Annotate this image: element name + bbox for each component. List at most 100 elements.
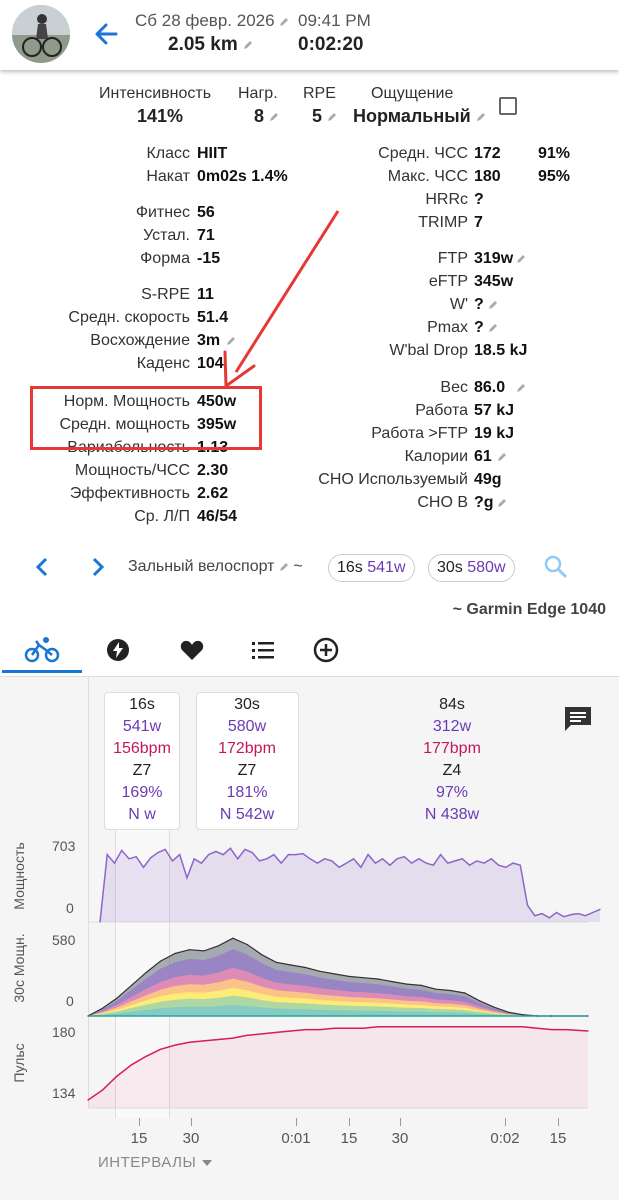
x-tick-label: 30	[391, 1130, 409, 1147]
power-point	[309, 858, 311, 860]
power30-point	[391, 980, 393, 983]
power-point	[512, 862, 514, 864]
hr-point	[507, 1026, 509, 1028]
power30-point	[435, 988, 437, 990]
charts-svg[interactable]	[0, 0, 619, 1200]
power-point	[555, 911, 558, 914]
power-point	[396, 858, 398, 860]
power-point	[490, 858, 492, 860]
x-tick-mark	[191, 1118, 192, 1126]
power-point	[186, 877, 188, 879]
power-point	[200, 862, 203, 864]
power-point	[150, 857, 152, 859]
hr-point	[261, 1033, 263, 1035]
power30-point	[536, 1015, 538, 1017]
power30-point	[319, 970, 321, 972]
power30-ymax: 580	[52, 932, 76, 948]
power-point	[287, 854, 290, 856]
power-point	[222, 854, 224, 856]
power-point	[237, 858, 239, 860]
power-point	[324, 858, 326, 860]
hr-axis-label: Пульс	[11, 1043, 27, 1083]
power-point	[229, 847, 232, 849]
hr-point	[275, 1031, 278, 1034]
power30-point	[522, 1014, 524, 1016]
hr-point	[464, 1026, 466, 1028]
hr-point	[174, 1044, 176, 1046]
power-ymax: 703	[52, 838, 76, 854]
x-tick-mark	[296, 1118, 297, 1126]
x-tick-mark	[558, 1118, 559, 1126]
power-point	[461, 858, 463, 860]
hr-point	[406, 1026, 408, 1028]
power-point	[505, 866, 507, 868]
power30-point	[116, 997, 118, 999]
power30-point	[507, 1011, 509, 1013]
power30-point	[101, 1007, 104, 1009]
power30-point	[348, 975, 350, 978]
hr-point	[391, 1026, 393, 1028]
power30-point	[261, 954, 263, 956]
x-tick-mark	[505, 1118, 506, 1126]
hr-point	[87, 1099, 89, 1101]
power-point	[215, 850, 217, 853]
hr-point	[551, 1029, 553, 1031]
hr-point	[130, 1064, 133, 1066]
power-point	[106, 854, 108, 856]
power-axis-label: Мощность	[11, 842, 27, 910]
power30-point	[174, 952, 176, 955]
power30-point	[551, 1015, 553, 1017]
hr-point	[522, 1026, 524, 1028]
power-point	[208, 854, 210, 856]
power30-point	[232, 937, 234, 939]
power-point	[483, 862, 485, 864]
power-point	[367, 854, 369, 856]
power30-point	[478, 1000, 480, 1002]
power-point	[418, 858, 420, 860]
power-point	[128, 858, 130, 860]
power-point	[374, 862, 376, 864]
power-point	[439, 854, 442, 856]
power30-point	[145, 972, 147, 974]
power30-point	[159, 960, 162, 962]
power30-point	[290, 964, 292, 966]
power-point	[99, 921, 101, 923]
x-tick-label: 15	[340, 1130, 358, 1147]
hr-point	[333, 1027, 335, 1029]
power-point	[157, 851, 159, 854]
power-point	[476, 860, 478, 862]
power30-point	[87, 1015, 89, 1017]
power-point	[563, 916, 565, 918]
power30-point	[188, 949, 191, 951]
intervals-dropdown[interactable]: ИНТЕРВАЛЫ	[98, 1154, 213, 1171]
power-point	[425, 862, 427, 864]
power-point	[541, 912, 543, 915]
power-point	[570, 914, 572, 916]
power-point	[454, 860, 456, 862]
hr-point	[493, 1026, 495, 1028]
power-point	[447, 862, 449, 864]
hr-point	[232, 1037, 234, 1039]
power30-point	[406, 983, 408, 985]
hr-point	[348, 1027, 350, 1029]
power30-point	[203, 950, 205, 952]
hr-point	[159, 1048, 162, 1050]
power30-point	[275, 961, 278, 964]
x-tick-label: 0:01	[281, 1130, 311, 1147]
hr-point	[101, 1089, 104, 1091]
power-point	[142, 866, 145, 868]
power30-point	[464, 992, 466, 994]
power-point	[389, 864, 391, 866]
power-point	[534, 915, 536, 917]
power30-point	[493, 1006, 495, 1008]
power-point	[273, 854, 275, 856]
power-point	[360, 866, 362, 868]
power-point	[266, 858, 268, 860]
hr-ymax: 180	[52, 1024, 76, 1040]
power-point	[584, 915, 587, 917]
power-point	[331, 860, 333, 862]
power-point	[258, 860, 261, 862]
power30-axis-label: 30с Мощн.	[11, 933, 27, 1003]
power-point	[164, 848, 166, 850]
power30-point	[587, 1015, 589, 1017]
